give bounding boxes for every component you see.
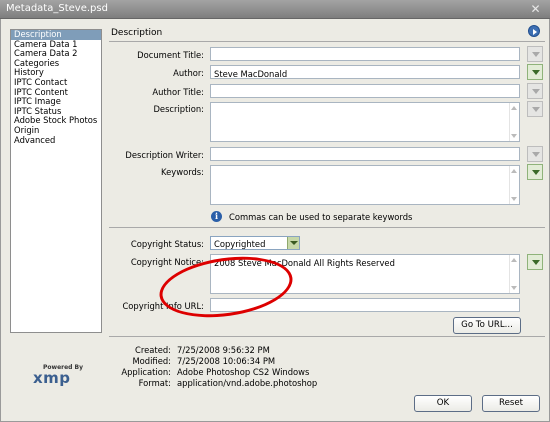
title-bar: Metadata_Steve.psd ✕	[0, 0, 550, 19]
keywords-label: Keywords:	[161, 167, 204, 177]
description-label: Description:	[153, 104, 204, 114]
copyright-notice-label: Copyright Notice:	[130, 257, 204, 267]
file-info-key: Created:	[135, 345, 171, 355]
file-info-dialog: Description Camera Data 1 Camera Data 2 Cat…	[0, 19, 550, 422]
copyright-status-value: Copyrighted	[214, 239, 266, 249]
author-title-field[interactable]	[210, 84, 520, 98]
file-info-value: 7/25/2008 9:56:32 PM	[177, 345, 270, 355]
document-title-label: Document Title:	[137, 50, 204, 60]
document-title-field[interactable]	[210, 47, 520, 61]
author-dropdown[interactable]	[527, 64, 543, 80]
author-title-label: Author Title:	[152, 87, 204, 97]
copyright-notice-scrollbar[interactable]	[509, 255, 519, 293]
sidebar-item-advanced[interactable]: Advanced	[11, 135, 101, 146]
file-info-value: Adobe Photoshop CS2 Windows	[177, 367, 310, 377]
copyright-status-label: Copyright Status:	[130, 239, 204, 249]
copyright-url-label: Copyright Info URL:	[122, 301, 204, 311]
section-title: Description	[111, 28, 163, 38]
close-icon[interactable]: ✕	[527, 2, 544, 17]
chevron-down-icon[interactable]	[287, 237, 299, 249]
author-label: Author:	[173, 68, 204, 78]
description-writer-field[interactable]	[210, 147, 520, 161]
description-writer-label: Description Writer:	[125, 150, 204, 160]
copyright-url-field[interactable]	[210, 298, 520, 312]
document-title-dropdown[interactable]	[527, 46, 543, 62]
keywords-dropdown[interactable]	[527, 164, 543, 180]
author-title-dropdown[interactable]	[527, 83, 543, 99]
description-field[interactable]	[210, 102, 520, 142]
file-info-key: Modified:	[132, 356, 171, 366]
play-circle-icon[interactable]	[528, 25, 540, 37]
file-info-value: application/vnd.adobe.photoshop	[177, 378, 318, 388]
description-writer-dropdown[interactable]	[527, 146, 543, 162]
copyright-notice-field[interactable]: 2008 Steve MacDonald All Rights Reserved	[210, 254, 520, 294]
copyright-status-select[interactable]: Copyrighted	[210, 236, 300, 250]
xmp-branding: Powered By xmp	[33, 364, 83, 386]
go-to-url-button[interactable]: Go To URL...	[453, 317, 521, 334]
section-divider	[109, 41, 545, 42]
window-title: Metadata_Steve.psd	[6, 3, 108, 14]
keywords-hint-text: Commas can be used to separate keywords	[229, 212, 413, 222]
description-scrollbar[interactable]	[509, 103, 519, 141]
info-icon: i	[211, 211, 222, 222]
xmp-logo: xmp	[33, 369, 71, 387]
file-info-key: Format:	[138, 378, 171, 388]
description-dropdown[interactable]	[527, 101, 543, 117]
author-value: Steve MacDonald	[214, 69, 288, 79]
ok-button[interactable]: OK	[414, 395, 472, 412]
copyright-divider	[109, 227, 545, 228]
copyright-notice-dropdown[interactable]	[527, 254, 543, 270]
keywords-scrollbar[interactable]	[509, 166, 519, 204]
copyright-notice-value: 2008 Steve MacDonald All Rights Reserved	[214, 258, 395, 268]
keywords-field[interactable]	[210, 165, 520, 205]
reset-button[interactable]: Reset	[482, 395, 540, 412]
file-info-key: Application:	[121, 367, 171, 377]
file-info-divider	[109, 336, 545, 337]
file-info-value: 7/25/2008 10:06:34 PM	[177, 356, 276, 366]
author-field[interactable]: Steve MacDonald	[210, 65, 520, 79]
